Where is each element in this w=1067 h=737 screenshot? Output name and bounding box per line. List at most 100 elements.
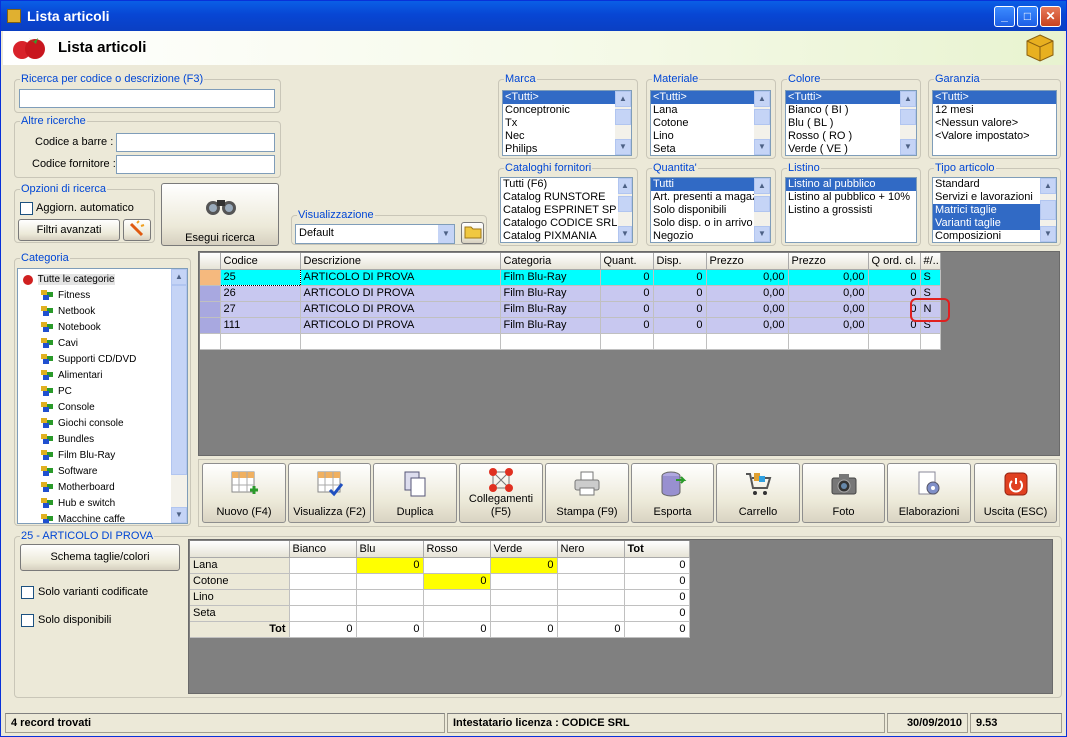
table-cell[interactable]	[200, 333, 221, 350]
matrix-cell[interactable]	[289, 605, 357, 622]
table-cell[interactable]: 0	[600, 317, 654, 334]
scrollbar[interactable]: ▲ ▼	[900, 91, 916, 155]
title-bar[interactable]: Lista articoli _ □ ✕	[1, 1, 1066, 31]
marca-list[interactable]: <Tutti> Conceptronic Tx Nec Philips ▲ ▼	[502, 90, 632, 156]
exit-button[interactable]: Uscita (ESC)	[974, 463, 1057, 523]
matrix-row[interactable]: Seta 0	[190, 605, 690, 622]
table-cell[interactable]: 0,00	[706, 301, 789, 318]
garanzia-list[interactable]: <Tutti> 12 mesi <Nessun valore> <Valore …	[932, 90, 1057, 156]
scrollbar[interactable]: ▲ ▼	[754, 91, 770, 155]
matrix-row[interactable]: Lino 0	[190, 589, 690, 606]
list-item[interactable]: Standard	[933, 178, 1056, 191]
matrix-cell[interactable]	[423, 605, 491, 622]
table-cell[interactable]: 26	[220, 285, 301, 302]
row-indicator[interactable]	[200, 269, 221, 286]
table-cell[interactable]: Film Blu-Ray	[500, 301, 601, 318]
view-select[interactable]: Default ▼	[295, 224, 455, 244]
materiale-list[interactable]: <Tutti> Lana Cotone Lino Seta ▲ ▼	[650, 90, 771, 156]
list-item[interactable]: Lino	[651, 130, 770, 143]
table-row[interactable]: 27 ARTICOLO DI PROVA Film Blu-Ray 0 0 0,00 0,0…	[200, 301, 941, 318]
scrollbar[interactable]: ▲ ▼	[618, 178, 632, 242]
list-item[interactable]: Matrici taglie	[933, 204, 1056, 217]
list-item[interactable]: Seta	[651, 143, 770, 155]
auto-update-checkbox[interactable]	[20, 202, 33, 215]
table-cell[interactable]: 0	[653, 301, 707, 318]
table-cell[interactable]: ARTICOLO DI PROVA	[300, 285, 501, 302]
matrix-cell[interactable]	[423, 557, 491, 574]
open-view-button[interactable]	[461, 222, 484, 244]
list-item[interactable]: Conceptronic	[503, 104, 631, 117]
category-node[interactable]: Alimentari	[40, 368, 102, 384]
list-item[interactable]: Catalogo CODICE SRL	[501, 217, 632, 230]
code-search-input[interactable]	[19, 89, 275, 108]
list-item[interactable]: Catalog ESPRINET SP	[501, 204, 632, 217]
list-item[interactable]: Catalog PIXMANIA	[501, 230, 632, 242]
table-cell[interactable]: 0,00	[788, 269, 869, 286]
table-cell[interactable]	[220, 333, 301, 350]
table-cell[interactable]: S	[920, 269, 941, 286]
scrollbar[interactable]: ▲ ▼	[615, 91, 631, 155]
colore-list[interactable]: <Tutti> Bianco ( BI ) Blu ( BL ) Rosso (…	[785, 90, 917, 156]
matrix-cell[interactable]: 0	[490, 557, 558, 574]
size-color-scheme-button[interactable]: Schema taglie/colori	[20, 544, 180, 571]
matrix-cell[interactable]	[557, 557, 625, 574]
filter-wand-button[interactable]	[123, 219, 151, 241]
barcode-input[interactable]	[116, 133, 275, 152]
cart-button[interactable]: Carrello	[716, 463, 800, 523]
size-color-matrix[interactable]: Bianco Blu Rosso Verde Nero Tot Lana 0 0 0 Cotone…	[190, 541, 690, 638]
category-node[interactable]: Bundles	[40, 432, 94, 448]
table-cell[interactable]	[920, 333, 941, 350]
category-node[interactable]: Notebook	[40, 320, 101, 336]
table-cell[interactable]: 0,00	[788, 317, 869, 334]
table-cell[interactable]: 0,00	[706, 269, 789, 286]
list-item[interactable]: Blu ( BL )	[786, 117, 916, 130]
list-item[interactable]: Composizioni	[933, 230, 1056, 242]
category-node[interactable]: Giochi console	[40, 416, 124, 432]
matrix-cell[interactable]	[289, 573, 357, 590]
list-item[interactable]: Philips	[503, 143, 631, 155]
new-row[interactable]	[200, 333, 941, 350]
list-item[interactable]: Art. presenti a magaz	[651, 191, 770, 204]
table-cell[interactable]	[868, 333, 921, 350]
quantita-list[interactable]: Tutti Art. presenti a magaz Solo disponi…	[650, 177, 771, 243]
list-item[interactable]: Verde ( VE )	[786, 143, 916, 155]
table-cell[interactable]	[653, 333, 707, 350]
matrix-cell[interactable]	[356, 573, 424, 590]
table-cell[interactable]	[500, 333, 601, 350]
table-cell[interactable]: ARTICOLO DI PROVA	[300, 269, 501, 286]
table-cell[interactable]: 25	[219, 268, 301, 286]
new-button[interactable]: Nuovo (F4)	[202, 463, 286, 523]
row-indicator[interactable]	[200, 285, 221, 302]
duplicate-button[interactable]: Duplica	[373, 463, 457, 523]
supplier-code-input[interactable]	[116, 155, 275, 174]
table-cell[interactable]: Film Blu-Ray	[500, 285, 601, 302]
table-cell[interactable]: Film Blu-Ray	[500, 269, 601, 286]
col-header[interactable]: Categoria	[500, 253, 601, 270]
table-cell[interactable]: 0	[600, 285, 654, 302]
category-node[interactable]: Console	[40, 400, 95, 416]
only-coded-checkbox[interactable]	[21, 586, 34, 599]
matrix-cell[interactable]	[557, 605, 625, 622]
scrollbar[interactable]: ▲ ▼	[754, 178, 770, 242]
table-cell[interactable]: 0	[653, 317, 707, 334]
list-item[interactable]: Servizi e lavorazioni	[933, 191, 1056, 204]
only-available-checkbox[interactable]	[21, 614, 34, 627]
matrix-cell[interactable]: 0	[624, 589, 690, 606]
col-header[interactable]: Prezzo	[788, 253, 869, 270]
articles-table[interactable]: Codice Descrizione Categoria Quant. Disp…	[200, 253, 941, 350]
col-header[interactable]: Descrizione	[300, 253, 501, 270]
table-cell[interactable]: ARTICOLO DI PROVA	[300, 317, 501, 334]
col-header[interactable]: #/..	[920, 253, 941, 270]
row-indicator[interactable]	[200, 317, 221, 334]
matrix-cell[interactable]	[356, 589, 424, 606]
advanced-filters-button[interactable]: Filtri avanzati	[18, 219, 120, 241]
list-item[interactable]: Catalog RUNSTORE	[501, 191, 632, 204]
table-cell[interactable]: 0	[653, 285, 707, 302]
category-node[interactable]: Supporti CD/DVD	[40, 352, 136, 368]
col-header[interactable]: Disp.	[653, 253, 707, 270]
table-cell[interactable]: 0,00	[788, 301, 869, 318]
close-button[interactable]: ✕	[1040, 6, 1061, 27]
links-button[interactable]: Collegamenti (F5)	[459, 463, 543, 523]
col-header[interactable]: Q ord. cl.	[868, 253, 921, 270]
list-item[interactable]: Cotone	[651, 117, 770, 130]
